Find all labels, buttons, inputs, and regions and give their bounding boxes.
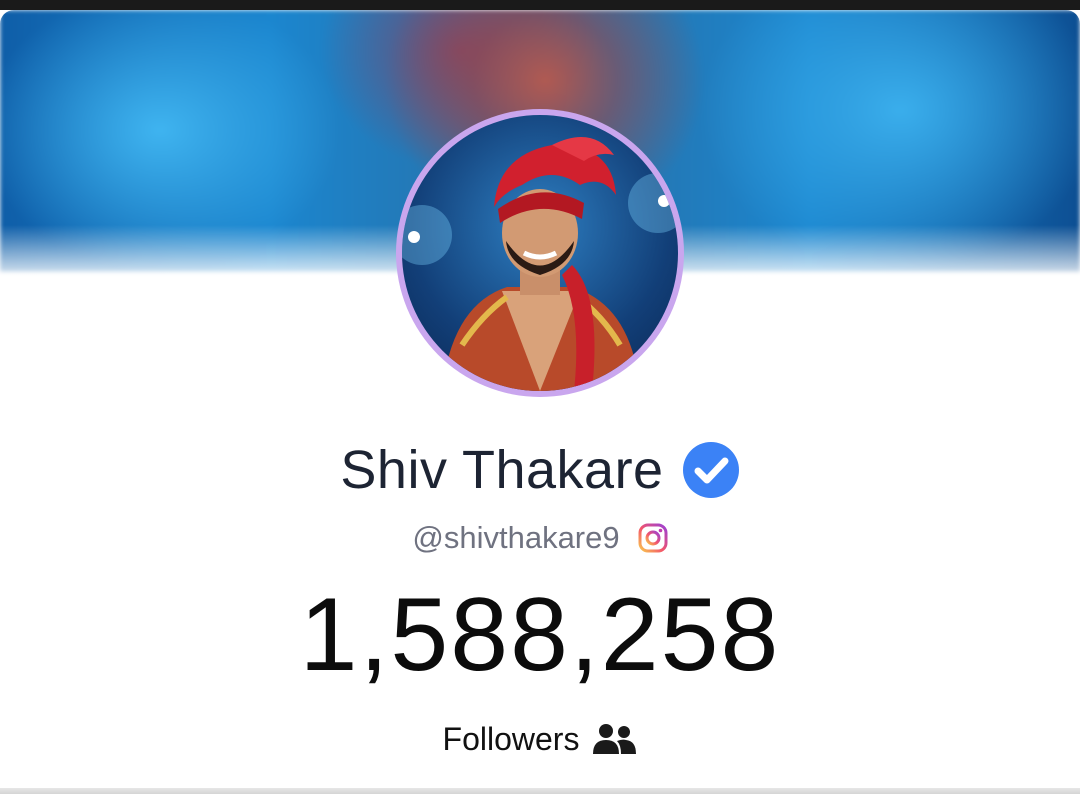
verified-badge-icon xyxy=(682,442,739,498)
profile-handle[interactable]: @shivthakare9 xyxy=(412,520,619,556)
users-icon xyxy=(593,724,637,754)
avatar-image xyxy=(402,115,678,391)
profile-card: Shiv Thakare @shivthakare9 1,588,258 Fol… xyxy=(0,10,1080,790)
name-row: Shiv Thakare xyxy=(0,430,1080,510)
profile-name: Shiv Thakare xyxy=(340,440,664,500)
card-bottom-edge xyxy=(0,788,1080,794)
instagram-icon[interactable] xyxy=(638,523,668,553)
top-bar xyxy=(0,0,1080,10)
handle-row: @shivthakare9 xyxy=(0,515,1080,561)
follower-count: 1,588,258 xyxy=(299,577,781,693)
followers-row: Followers xyxy=(0,716,1080,762)
followers-label: Followers xyxy=(442,720,580,757)
avatar[interactable] xyxy=(396,109,684,397)
